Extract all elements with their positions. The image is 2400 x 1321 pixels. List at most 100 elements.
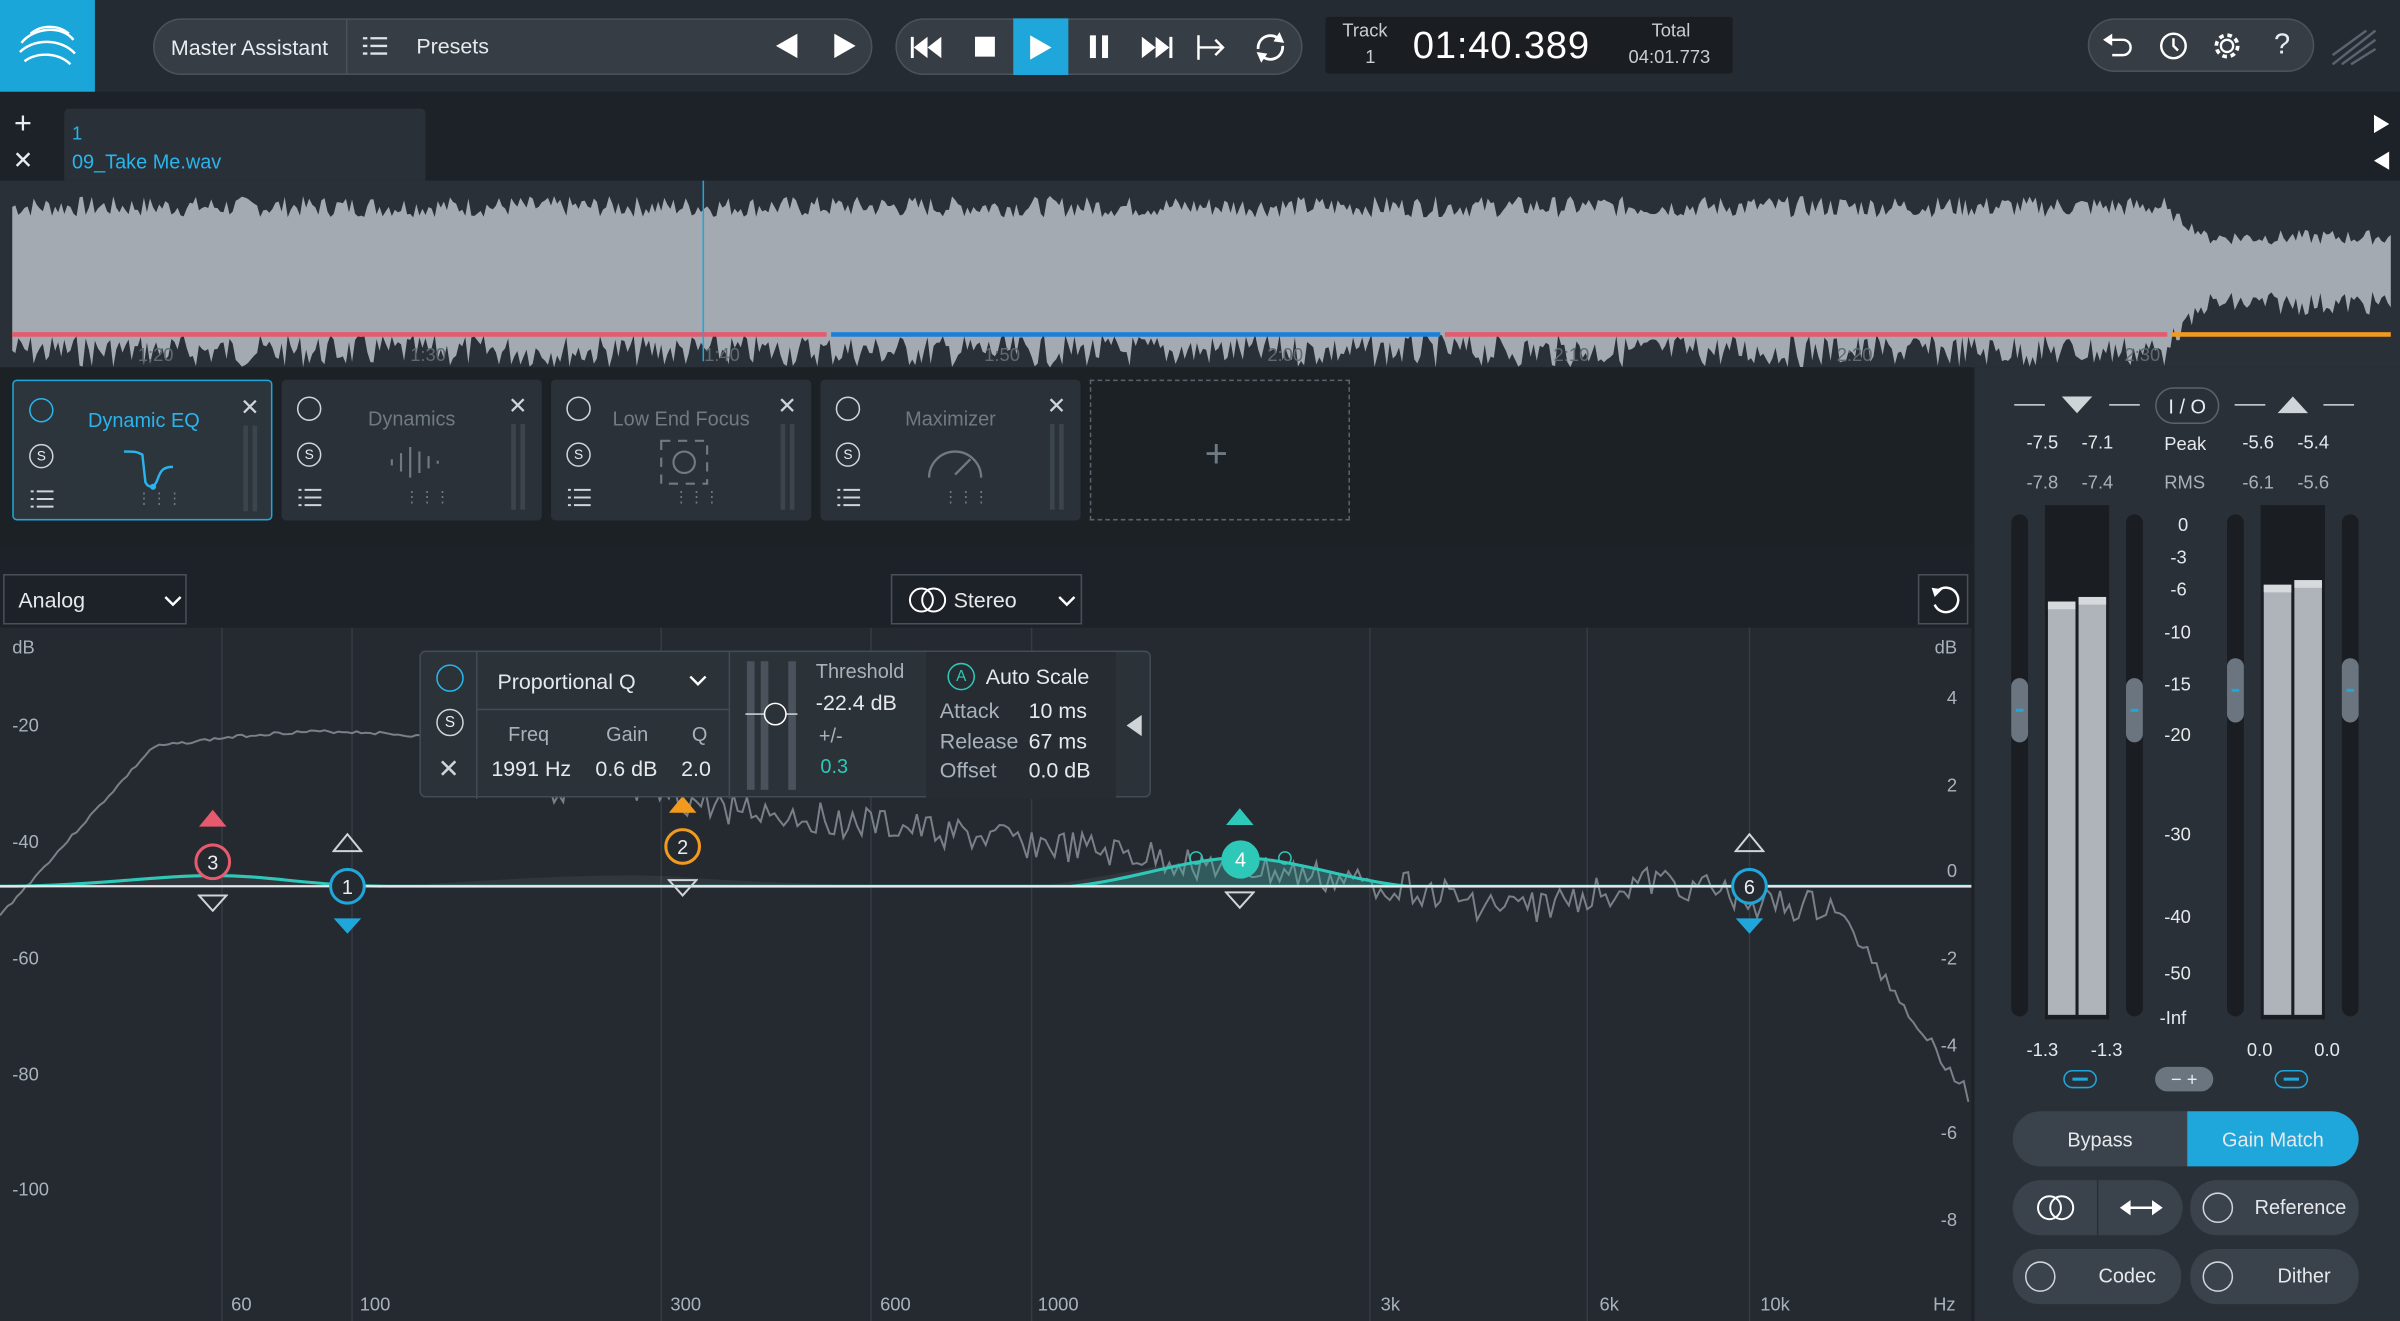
eq-band-node-6[interactable]: 6 bbox=[1731, 867, 1768, 905]
waveform-overview[interactable]: 1:20 1:30 1:40 1:50 2:00 2:10 2:20 2:30 bbox=[0, 180, 2400, 368]
band-2-threshold-down-arrow[interactable] bbox=[667, 877, 698, 898]
scroll-right-icon[interactable] bbox=[2373, 113, 2390, 141]
io-toggle-button[interactable]: I / O bbox=[2155, 387, 2220, 425]
module-close-icon[interactable]: ✕ bbox=[778, 392, 797, 419]
next-preset-icon[interactable] bbox=[827, 28, 864, 65]
history-icon[interactable] bbox=[2149, 21, 2195, 68]
scroll-left-icon[interactable] bbox=[2373, 150, 2390, 178]
freq-value[interactable]: 1991 Hz bbox=[491, 756, 571, 780]
band-4-q-handle-right[interactable] bbox=[1278, 851, 1292, 865]
band-4-threshold-down-arrow[interactable] bbox=[1224, 889, 1256, 910]
reference-button[interactable]: Reference bbox=[2190, 1180, 2359, 1236]
q-value[interactable]: 2.0 bbox=[681, 756, 711, 780]
module-dynamic-eq[interactable]: Dynamic EQ ✕ S ⋮⋮⋮ bbox=[12, 379, 273, 521]
master-assistant-button[interactable]: Master Assistant bbox=[153, 18, 348, 76]
module-settings-icon[interactable] bbox=[298, 487, 322, 515]
dither-button[interactable]: Dither bbox=[2190, 1249, 2359, 1305]
module-close-icon[interactable]: ✕ bbox=[1047, 392, 1066, 419]
module-solo-icon[interactable]: S bbox=[835, 442, 861, 467]
band-6-dynamic-down-arrow[interactable] bbox=[1734, 915, 1765, 936]
band-delete-icon[interactable]: ✕ bbox=[438, 755, 460, 786]
drag-handle-icon[interactable]: ⋮⋮⋮ bbox=[136, 491, 182, 508]
output-gain-right[interactable]: 0.0 bbox=[2314, 1039, 2340, 1060]
threshold-value[interactable]: -22.4 dB bbox=[816, 690, 897, 714]
play-button[interactable] bbox=[1013, 18, 1069, 76]
input-link-icon[interactable] bbox=[2063, 1069, 2097, 1089]
module-close-icon[interactable]: ✕ bbox=[240, 393, 259, 421]
band-6-threshold-up-arrow[interactable] bbox=[1734, 832, 1765, 854]
band-4-dynamic-up-arrow[interactable] bbox=[1224, 807, 1255, 828]
izotope-logo-icon[interactable] bbox=[2327, 21, 2382, 73]
module-close-icon[interactable]: ✕ bbox=[508, 392, 527, 419]
add-module-icon[interactable]: + bbox=[1205, 430, 1228, 477]
module-maximizer[interactable]: Maximizer ✕ S ⋮⋮⋮ bbox=[820, 379, 1081, 521]
module-settings-icon[interactable] bbox=[837, 487, 861, 515]
swap-channels-button[interactable] bbox=[2098, 1180, 2183, 1236]
output-collapse-icon[interactable] bbox=[2277, 396, 2309, 414]
stop-icon[interactable] bbox=[960, 21, 1009, 72]
input-gain-fader-track[interactable] bbox=[2126, 514, 2143, 1017]
threshold-slider-handle[interactable] bbox=[763, 702, 787, 726]
gain-value[interactable]: 0.6 dB bbox=[595, 756, 657, 780]
module-low-end-focus[interactable]: Low End Focus ✕ S ⋮⋮⋮ bbox=[551, 379, 812, 521]
band-3-threshold-down-arrow[interactable] bbox=[197, 892, 229, 913]
rewind-icon[interactable] bbox=[903, 21, 952, 72]
eq-band-node-4[interactable]: 4 bbox=[1221, 840, 1260, 879]
output-link-icon[interactable] bbox=[2274, 1069, 2309, 1089]
input-gain-left[interactable]: -1.3 bbox=[2027, 1039, 2059, 1060]
drag-handle-icon[interactable]: ⋮⋮⋮ bbox=[943, 490, 989, 507]
input-gain-right[interactable]: -1.3 bbox=[2091, 1039, 2123, 1060]
help-icon[interactable]: ? bbox=[2259, 21, 2305, 68]
input-collapse-icon[interactable] bbox=[2061, 396, 2093, 414]
release-value[interactable]: 67 ms bbox=[1029, 729, 1087, 753]
eq-band-node-1[interactable]: 1 bbox=[329, 867, 366, 905]
offset-value[interactable]: 0.0 dB bbox=[1029, 758, 1091, 782]
auto-scale-icon[interactable]: A bbox=[947, 662, 975, 691]
output-gain-fader-track[interactable] bbox=[2341, 514, 2359, 1017]
module-dynamics[interactable]: Dynamics ✕ S ⋮⋮⋮ bbox=[281, 379, 542, 521]
playhead[interactable] bbox=[702, 180, 705, 362]
eq-mode-dropdown[interactable]: Analog bbox=[3, 574, 187, 625]
band-1-threshold-up-arrow[interactable] bbox=[332, 832, 363, 854]
gain-match-button[interactable]: Gain Match bbox=[2187, 1111, 2359, 1167]
band-1-dynamic-down-arrow[interactable] bbox=[332, 915, 363, 936]
loop-icon[interactable] bbox=[1244, 21, 1296, 72]
input-gain-fader-track[interactable] bbox=[2011, 514, 2029, 1017]
module-solo-icon[interactable]: S bbox=[296, 442, 322, 467]
output-gain-fader-right[interactable] bbox=[2341, 658, 2359, 723]
auto-scale-label[interactable]: Auto Scale bbox=[986, 664, 1090, 688]
output-gain-left[interactable]: 0.0 bbox=[2247, 1039, 2273, 1060]
undo-icon[interactable] bbox=[2095, 21, 2141, 68]
collapse-popup-icon[interactable] bbox=[1126, 714, 1142, 737]
drag-handle-icon[interactable]: ⋮⋮⋮ bbox=[404, 490, 450, 507]
band-shape-dropdown[interactable]: Proportional Q bbox=[476, 652, 729, 711]
output-gain-fader-track[interactable] bbox=[2227, 514, 2244, 1017]
output-gain-fader-left[interactable] bbox=[2227, 658, 2244, 723]
bypass-button[interactable]: Bypass bbox=[2012, 1111, 2188, 1167]
band-power-icon[interactable] bbox=[436, 664, 464, 692]
drag-handle-icon[interactable]: ⋮⋮⋮ bbox=[673, 490, 719, 507]
attack-value[interactable]: 10 ms bbox=[1029, 698, 1087, 722]
settings-gear-icon[interactable] bbox=[2204, 21, 2250, 68]
range-value[interactable]: 0.3 bbox=[820, 755, 848, 778]
codec-button[interactable]: Codec bbox=[2012, 1249, 2182, 1305]
fast-forward-icon[interactable] bbox=[1131, 21, 1180, 72]
eq-band-node-2[interactable]: 2 bbox=[664, 828, 702, 865]
input-gain-fader-left[interactable] bbox=[2011, 678, 2029, 743]
presets-label[interactable]: Presets bbox=[416, 34, 489, 58]
module-solo-icon[interactable]: S bbox=[566, 442, 591, 467]
module-settings-icon[interactable] bbox=[30, 488, 54, 516]
channel-mode-dropdown[interactable]: Stereo bbox=[890, 574, 1083, 625]
previous-preset-icon[interactable] bbox=[768, 28, 805, 65]
eq-band-node-3[interactable]: 3 bbox=[194, 843, 232, 881]
stereo-mode-button[interactable] bbox=[2012, 1180, 2097, 1236]
pause-icon[interactable] bbox=[1074, 21, 1123, 72]
return-to-start-icon[interactable] bbox=[1188, 21, 1237, 72]
module-solo-icon[interactable]: S bbox=[29, 443, 54, 469]
reset-view-button[interactable] bbox=[1917, 574, 1969, 625]
band-solo-icon[interactable]: S bbox=[436, 708, 464, 737]
ozone-logo[interactable] bbox=[0, 0, 95, 92]
close-track-icon[interactable]: ✕ bbox=[9, 147, 37, 174]
band-3-dynamic-up-arrow[interactable] bbox=[197, 808, 228, 829]
input-gain-fader-right[interactable] bbox=[2126, 678, 2143, 743]
